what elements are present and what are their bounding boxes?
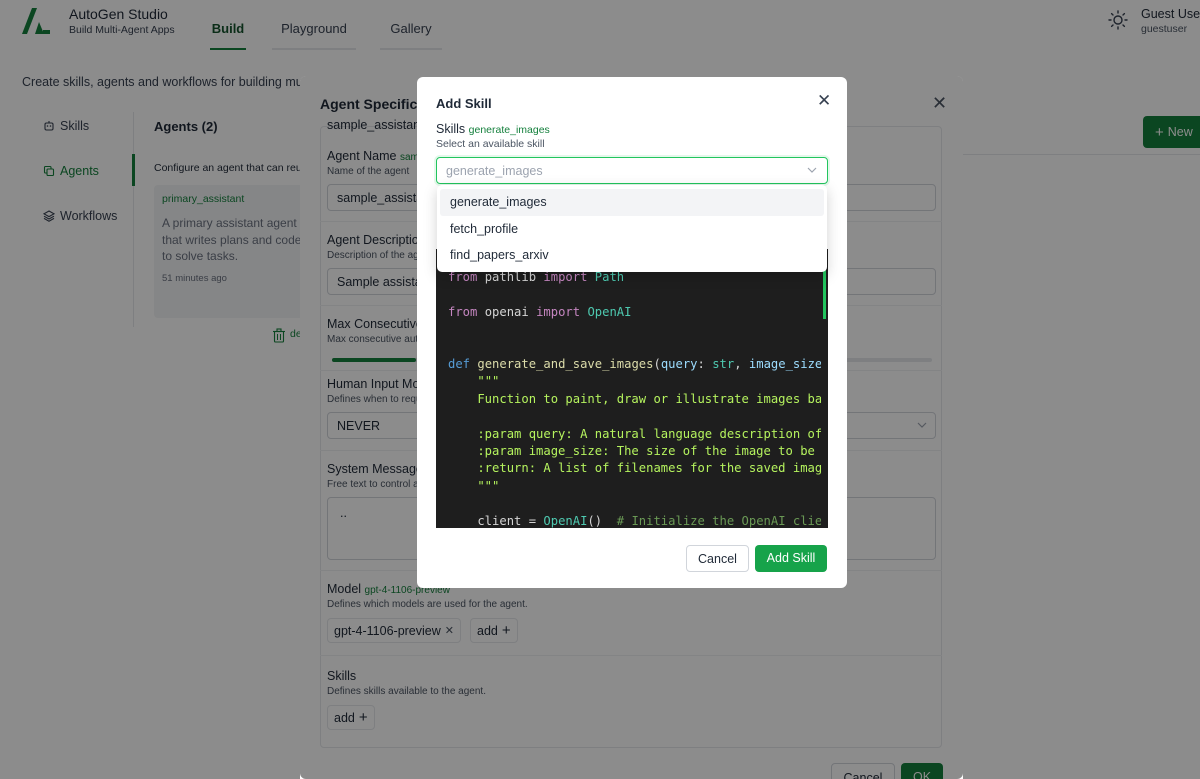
skills-select-label: Skills generate_images xyxy=(436,122,550,136)
code-scrollbar[interactable] xyxy=(821,249,828,528)
skill-option[interactable]: generate_images xyxy=(440,189,824,216)
skill-cancel-button[interactable]: Cancel xyxy=(686,545,749,572)
chevron-down-icon xyxy=(807,167,817,173)
add-skill-modal: Add Skill ✕ Skills generate_images Selec… xyxy=(417,77,847,588)
close-icon[interactable]: ✕ xyxy=(817,91,831,111)
skill-select-input[interactable]: generate_images xyxy=(436,157,828,184)
skill-select-placeholder: generate_images xyxy=(446,164,543,178)
skill-code-editor[interactable]: from pathlib import Path from openai imp… xyxy=(436,249,821,528)
skill-option[interactable]: find_papers_arxiv xyxy=(440,242,824,269)
add-skill-confirm-button[interactable]: Add Skill xyxy=(755,545,827,572)
skills-select-desc: Select an available skill xyxy=(436,138,545,150)
skill-dropdown-menu: generate_images fetch_profile find_paper… xyxy=(437,185,827,272)
add-skill-title: Add Skill xyxy=(436,96,492,111)
skill-option[interactable]: fetch_profile xyxy=(440,216,824,243)
